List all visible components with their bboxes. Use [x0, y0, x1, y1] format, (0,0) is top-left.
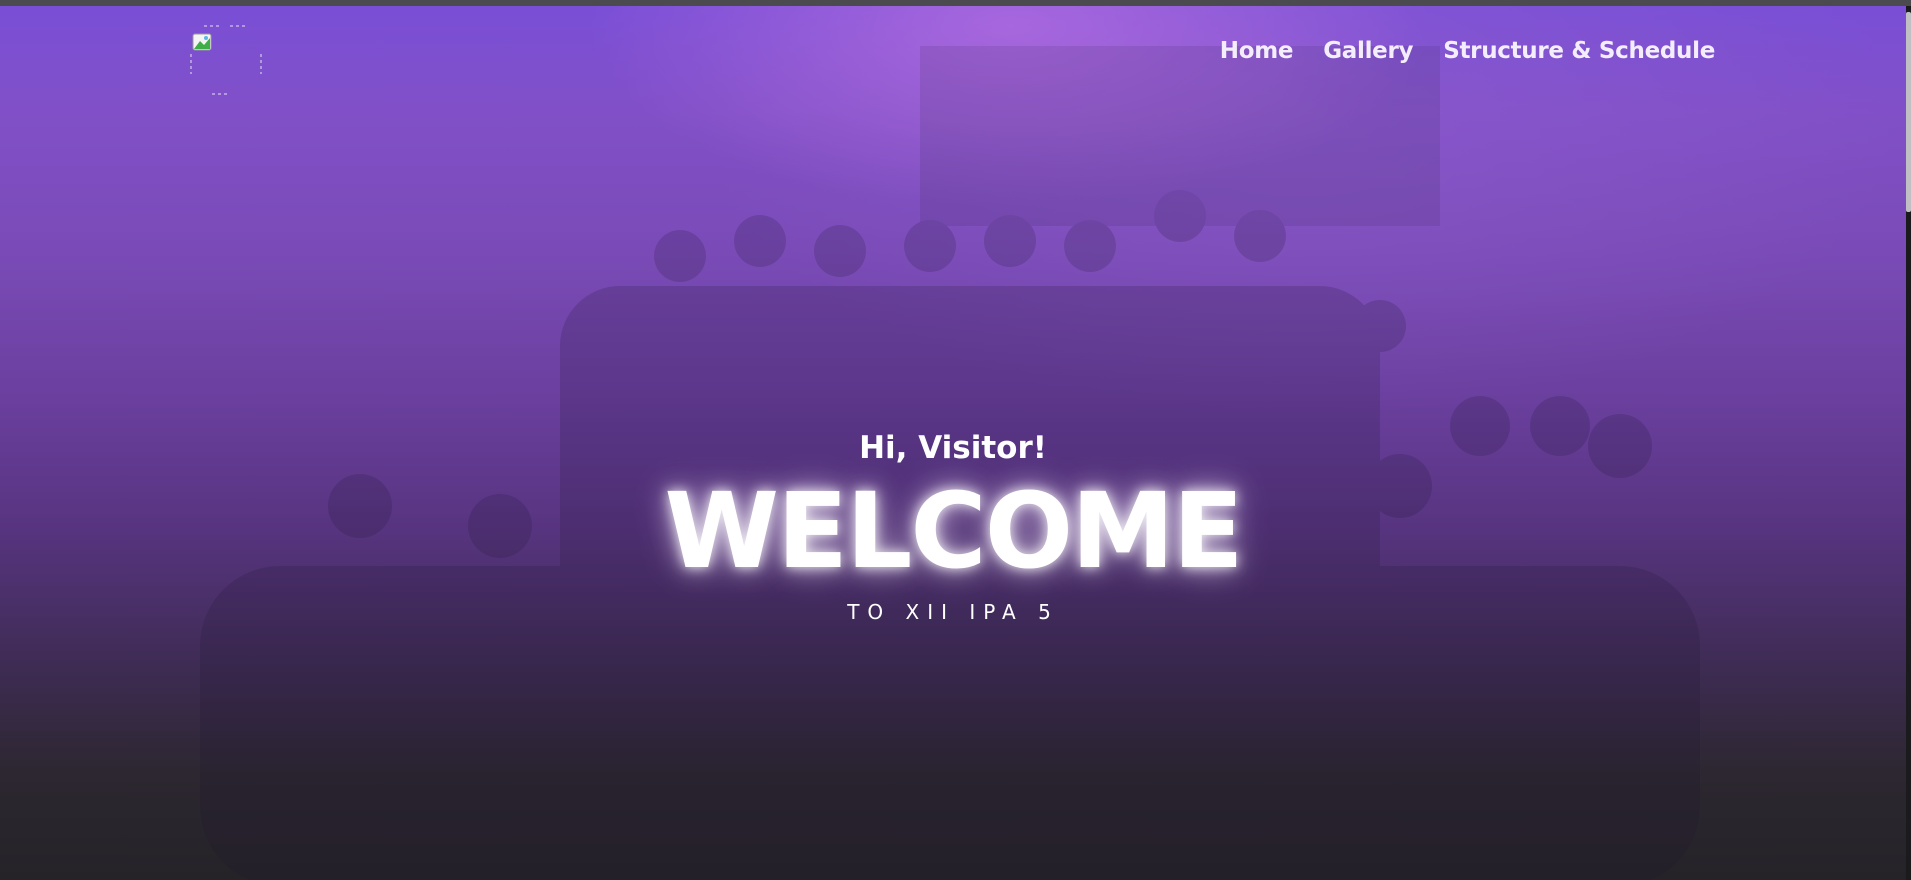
page: Home Gallery Structure & Schedule Hi, Vi…	[0, 0, 1911, 880]
scrollbar-thumb[interactable]	[1906, 12, 1911, 212]
hero-subtitle: TO XII IPA 5	[847, 600, 1059, 624]
nav-link-gallery[interactable]: Gallery	[1323, 38, 1413, 64]
page-scrollbar[interactable]	[1906, 6, 1911, 880]
nav-link-home[interactable]: Home	[1220, 38, 1294, 64]
hero-title: WELCOME	[664, 470, 1243, 592]
hero-greeting: Hi, Visitor!	[859, 430, 1047, 466]
nav-link-structure-schedule[interactable]: Structure & Schedule	[1443, 38, 1715, 64]
browser-top-strip	[0, 0, 1911, 6]
broken-image-icon	[190, 25, 262, 95]
site-logo[interactable]	[190, 24, 262, 96]
hero-content: Hi, Visitor! WELCOME TO XII IPA 5	[0, 426, 1906, 626]
main-nav: Home Gallery Structure & Schedule	[1220, 38, 1716, 64]
